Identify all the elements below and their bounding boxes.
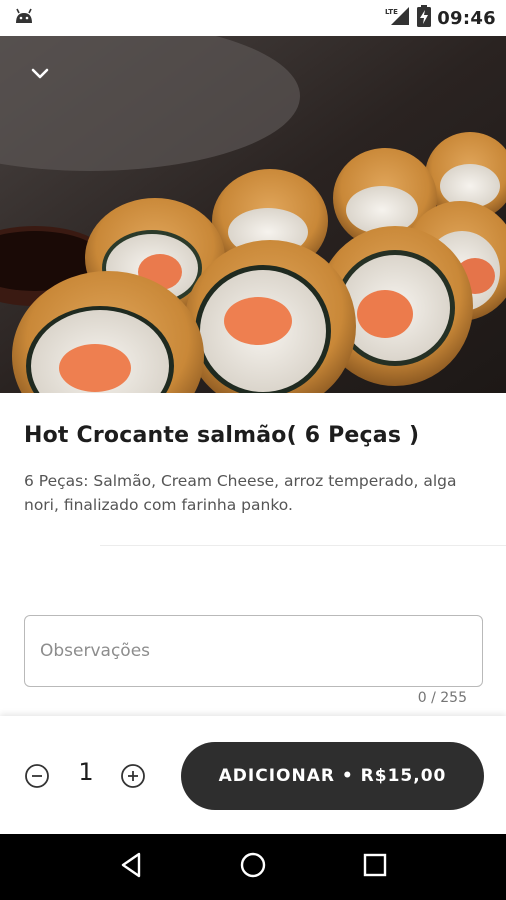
product-title: Hot Crocante salmão( 6 Peças ) [24, 423, 420, 448]
status-bar: LTE 09:46 [0, 0, 506, 36]
minus-circle-icon [24, 764, 50, 793]
status-time: 09:46 [437, 7, 496, 29]
nav-back-button[interactable] [109, 845, 153, 889]
navigation-bar [0, 834, 506, 900]
chevron-down-icon [30, 67, 50, 81]
collapse-button[interactable] [22, 56, 58, 92]
divider [100, 545, 506, 546]
nav-recents-button[interactable] [353, 845, 397, 889]
decrease-quantity-button[interactable] [24, 763, 50, 789]
lte-signal-icon: LTE [385, 6, 411, 30]
nav-home-button[interactable] [231, 845, 275, 889]
add-to-cart-button[interactable]: ADICIONAR • R$15,00 [181, 742, 484, 810]
svg-text:LTE: LTE [385, 8, 398, 16]
character-counter: 0 / 255 [417, 690, 467, 706]
order-bar: 1 ADICIONAR • R$15,00 [0, 716, 506, 834]
product-description: 6 Peças: Salmão, Cream Cheese, arroz tem… [24, 472, 457, 514]
android-icon [14, 7, 34, 29]
increase-quantity-button[interactable] [120, 763, 146, 789]
home-circle-icon [239, 851, 267, 883]
back-triangle-icon [119, 852, 143, 882]
quantity-value: 1 [78, 758, 94, 786]
observations-input[interactable] [40, 641, 467, 661]
recents-square-icon [362, 852, 388, 882]
product-image [0, 36, 506, 393]
battery-charging-icon [417, 5, 432, 31]
observations-field[interactable] [24, 615, 483, 687]
plus-circle-icon [120, 764, 146, 793]
